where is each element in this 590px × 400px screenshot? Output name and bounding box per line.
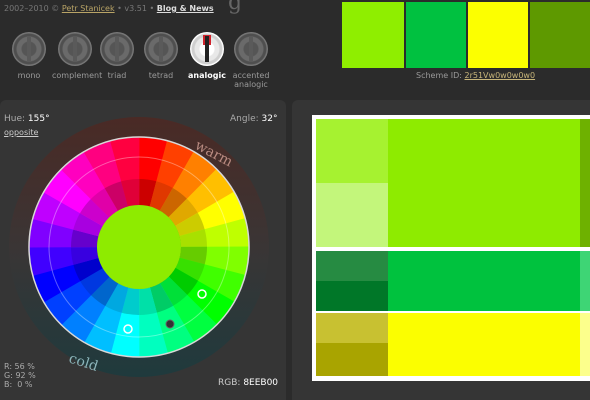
mode-label: triad [107,71,127,80]
preview-main-secondary-1 [388,251,580,311]
analogic-icon [190,32,224,66]
copyright-text: 2002–2010 © [4,4,60,13]
accented-analogic-icon [234,32,268,66]
brand-logo-fragment: g [228,0,243,15]
scheme-id-link[interactable]: 2r51Vw0w0w0w0 [465,71,536,80]
red-percent: R: 56 % [4,362,35,371]
scheme-id: Scheme ID: 2r51Vw0w0w0w0 [416,71,535,80]
scheme-preview-panel [292,100,590,400]
mode-label: analogic [188,71,226,80]
preview-edge-1 [580,119,590,247]
preview-cell-b2 [316,281,388,311]
color-preview [312,115,590,381]
mode-tetrad[interactable]: tetrad [138,32,184,80]
swatch-primary[interactable] [342,2,404,68]
mono-icon [12,32,46,66]
blog-news-link[interactable]: Blog & News [157,4,214,13]
blue-percent: B: 0 % [4,380,33,389]
mode-label: complement [52,71,103,80]
tetrad-icon [144,32,178,66]
mode-label: accented analogic [232,71,270,89]
mode-label: tetrad [148,71,174,80]
swatch-complement[interactable] [530,2,590,68]
complement-icon [58,32,92,66]
mode-accented-analogic[interactable]: accented analogic [228,32,274,89]
preview-edge-2 [580,251,590,311]
preview-cell-c1 [316,313,388,343]
color-wheel[interactable]: warm cold [8,116,270,378]
preview-main-primary [388,119,580,247]
mode-label: mono [17,71,41,80]
mode-complement[interactable]: complement [52,32,103,80]
preview-cell-b1 [316,251,388,281]
scheme-id-label: Scheme ID: [416,71,462,80]
mode-analogic[interactable]: analogic [184,32,230,80]
author-link[interactable]: Petr Stanicek [62,4,115,13]
preview-cell-c2 [316,343,388,376]
green-percent: G: 92 % [4,371,36,380]
preview-edge-3 [580,313,590,376]
swatch-secondary-1[interactable] [406,2,466,68]
rgb-readout: RGB: 8EEB00 [218,378,278,388]
version-text: • v3.51 • [117,4,155,13]
swatch-secondary-2[interactable] [468,2,528,68]
preview-cell-a1 [316,119,388,183]
primary-hue-handle[interactable] [165,319,175,329]
rgb-value[interactable]: 8EEB00 [243,378,278,388]
preview-main-secondary-2 [388,313,580,376]
rgb-label: RGB: [218,378,241,388]
wheel-center-color [97,205,181,289]
rgb-percentages: R: 56 % G: 92 % B: 0 % [4,362,36,389]
mode-mono[interactable]: mono [6,32,52,80]
credits: 2002–2010 © Petr Stanicek • v3.51 • Blog… [4,4,214,13]
preview-cell-a2 [316,183,388,247]
triad-icon [100,32,134,66]
top-bar: 2002–2010 © Petr Stanicek • v3.51 • Blog… [0,0,590,100]
mode-triad[interactable]: triad [94,32,140,80]
color-wheel-panel: Hue: 155° opposite Angle: 32° warm cold … [0,100,286,400]
